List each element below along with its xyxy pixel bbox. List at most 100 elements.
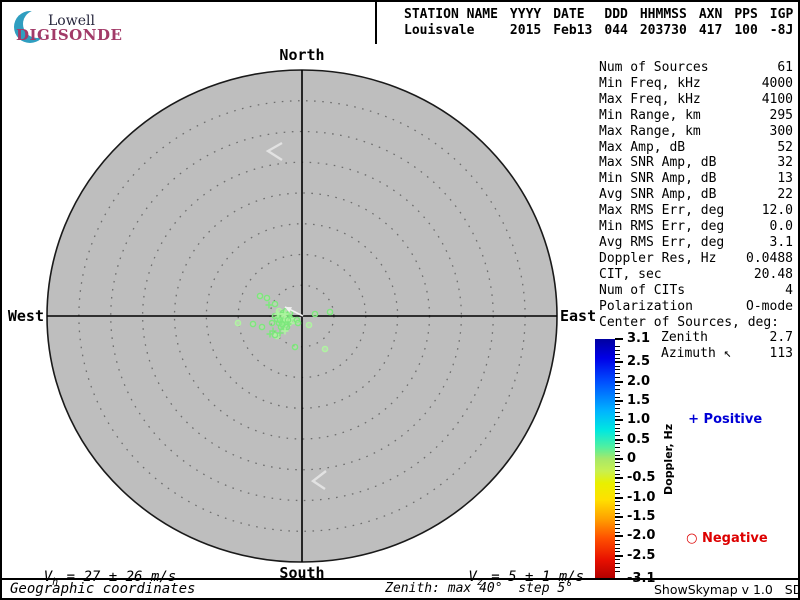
colorbar-minor-tick: [615, 435, 620, 436]
direction-label-west: West: [6, 307, 44, 325]
colorbar-minor-tick: [615, 428, 620, 429]
scatter-point: [269, 320, 274, 325]
colorbar-tick-label: 2.5: [627, 355, 650, 369]
colorbar-minor-tick: [615, 567, 620, 568]
stats-row: Num of CITs4: [599, 283, 793, 299]
colorbar-minor-tick: [615, 431, 620, 432]
direction-label-east: East: [560, 307, 596, 325]
header-column: HHMMSS203730: [640, 7, 687, 39]
stat-label: Polarization: [599, 299, 693, 315]
stat-label: Max Range, km: [599, 124, 701, 140]
colorbar-tick-label: -2.5: [627, 549, 655, 563]
scatter-point: [322, 346, 327, 351]
stat-value: 52: [777, 140, 793, 156]
legend-positive: + Positive: [670, 397, 762, 442]
header-column-label: AXN: [699, 7, 722, 23]
colorbar-tick: [615, 400, 623, 402]
header-column: PPS100: [734, 7, 757, 39]
colorbar-tick-label: 0: [627, 452, 636, 466]
colorbar-minor-tick: [615, 455, 620, 456]
colorbar-minor-tick: [615, 397, 620, 398]
stats-row: Min RMS Err, deg0.0: [599, 219, 793, 235]
stat-label: Max SNR Amp, dB: [599, 155, 716, 171]
colorbar-tick: [615, 477, 623, 479]
colorbar-minor-tick: [615, 470, 620, 471]
colorbar-minor-tick: [615, 346, 620, 347]
stat-label: Max Freq, kHz: [599, 92, 701, 108]
stat-value: 12.0: [762, 203, 793, 219]
colorbar-tick-label: 3.1: [627, 332, 650, 346]
plus-marker-icon: +: [688, 412, 699, 427]
stats-row: Center of Sources, deg:: [599, 315, 793, 331]
header-column-label: DATE: [553, 7, 592, 23]
stats-row: Num of Sources61: [599, 60, 793, 76]
stat-label: Doppler Res, Hz: [599, 251, 716, 267]
legend-negative-text: Negative: [702, 531, 768, 546]
stat-value: O-mode: [746, 299, 793, 315]
colorbar-tick: [615, 338, 623, 340]
direction-label-north: North: [272, 46, 332, 64]
colorbar-minor-tick: [615, 474, 620, 475]
footer-rule: [2, 578, 798, 580]
stat-value: 295: [770, 108, 793, 124]
stat-label: Avg SNR Amp, dB: [599, 187, 716, 203]
header-column-label: STATION NAME: [404, 7, 498, 23]
colorbar-minor-tick: [615, 373, 620, 374]
scatter-point: [306, 322, 311, 327]
colorbar-minor-tick: [615, 354, 620, 355]
skymap-window: Lowell DIGISONDE STATION NAMELouisvaleYY…: [0, 0, 800, 600]
colorbar-tick: [615, 361, 623, 363]
stats-row: Max Amp, dB52: [599, 140, 793, 156]
stats-row: Min Range, km295: [599, 108, 793, 124]
stat-value: 300: [770, 124, 793, 140]
colorbar-minor-tick: [615, 369, 620, 370]
colorbar-tick: [615, 497, 623, 499]
scatter-point: [259, 324, 264, 329]
stats-row: Max SNR Amp, dB 32: [599, 155, 793, 171]
header-divider: [375, 2, 377, 44]
stat-value: 13: [777, 171, 793, 187]
header-column-value: 044: [604, 23, 627, 39]
stats-panel: Num of Sources61Min Freq, kHz4000Max Fre…: [599, 60, 793, 362]
colorbar-minor-tick: [615, 559, 620, 560]
scatter-point: [295, 320, 300, 325]
colorbar-minor-tick: [615, 366, 620, 367]
header-column-label: YYYY: [510, 7, 541, 23]
colorbar-minor-tick: [615, 505, 620, 506]
colorbar-minor-tick: [615, 424, 620, 425]
colorbar-tick: [615, 516, 623, 518]
colorbar-minor-tick: [615, 443, 620, 444]
header-column: STATION NAMELouisvale: [404, 7, 498, 39]
colorbar-minor-tick: [615, 571, 620, 572]
header-column-label: DDD: [604, 7, 627, 23]
stat-label: Min Freq, kHz: [599, 76, 701, 92]
stat-value: 32: [777, 155, 793, 171]
header-column: IGP-8J: [770, 7, 793, 39]
header-column-value: 100: [734, 23, 757, 39]
colorbar-minor-tick: [615, 532, 620, 533]
colorbar-minor-tick: [615, 389, 620, 390]
colorbar-minor-tick: [615, 544, 620, 545]
colorbar-gradient: [595, 339, 615, 579]
stat-value: 0.0488: [746, 251, 793, 267]
scatter-point: [312, 311, 317, 316]
stat-value: 20.48: [754, 267, 793, 283]
colorbar-minor-tick: [615, 482, 620, 483]
colorbar-tick: [615, 439, 623, 441]
scatter-point: [250, 321, 255, 326]
stat-value: 61: [777, 60, 793, 76]
colorbar-minor-tick: [615, 377, 620, 378]
header-column: DATEFeb13: [553, 7, 592, 39]
legend-positive-text: Positive: [704, 412, 763, 427]
stats-row: Doppler Res, Hz 0.0488: [599, 251, 793, 267]
stat-label: Max RMS Err, deg: [599, 203, 724, 219]
header-column-value: Louisvale: [404, 23, 498, 39]
software-version: ShowSkymap v 1.0 SD v 5.1: [654, 582, 800, 597]
scatter-point: [264, 295, 269, 300]
colorbar-minor-tick: [615, 501, 620, 502]
scatter-point: [292, 344, 297, 349]
stat-label: Avg RMS Err, deg: [599, 235, 724, 251]
colorbar-tick-label: -1.0: [627, 491, 655, 505]
colorbar-minor-tick: [615, 412, 620, 413]
header-column: AXN417: [699, 7, 722, 39]
